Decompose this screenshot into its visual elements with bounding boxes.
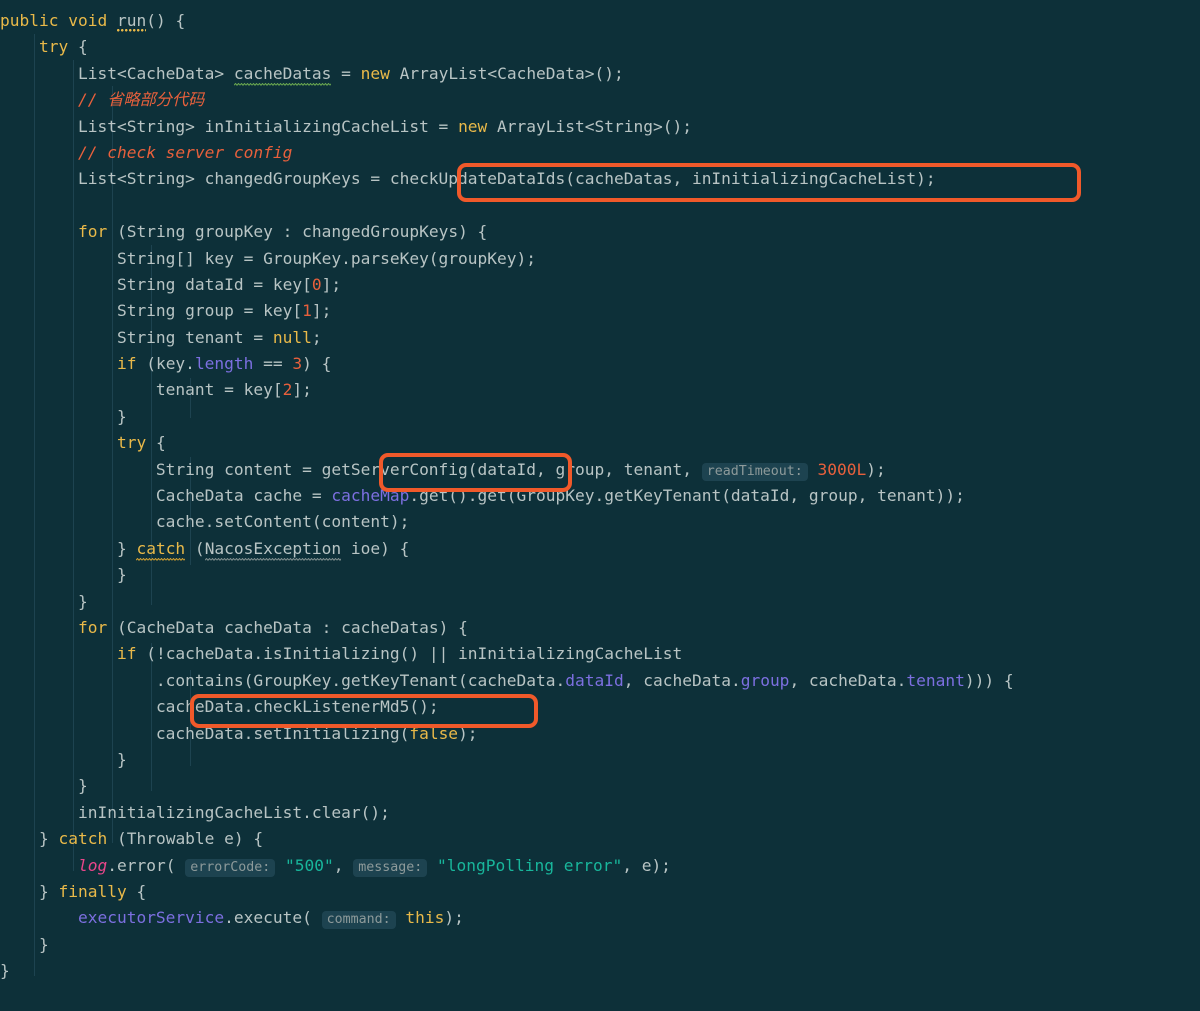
code-line: executorService.execute( command: this); — [77, 908, 464, 930]
token-keyword-false: false — [409, 723, 459, 743]
token-keyword-for: for — [77, 222, 108, 242]
code-line: String dataId = key[0]; — [0, 274, 342, 294]
token-keyword-public: public — [0, 11, 59, 30]
token-number-1: 1 — [302, 301, 312, 321]
token-string-longpolling: "longPolling error" — [437, 855, 623, 875]
code-line: List<String> inInitializingCacheList = n… — [0, 116, 692, 136]
token-keyword-this: this — [405, 908, 445, 928]
method-name-run: run — [116, 11, 147, 33]
code-line: } — [0, 776, 88, 796]
code-line: .contains(GroupKey.getKeyTenant(cacheDat… — [0, 670, 1014, 690]
code-line: // 省略部分代码 — [0, 87, 1200, 113]
param-hint-errorcode: errorCode: — [185, 858, 276, 877]
code-line: List<CacheData> cacheDatas = new ArrayLi… — [0, 61, 1200, 87]
token-keyword-for: for — [77, 617, 108, 637]
code-line: } catch (Throwable e) { — [0, 829, 264, 849]
token-keyword-void: void — [68, 11, 108, 30]
code-line: } finally { — [0, 881, 147, 901]
token-field-log: log — [77, 855, 108, 875]
token-number-0: 0 — [311, 274, 322, 294]
token-number-3000l: 3000L — [817, 459, 867, 479]
token-number-2: 2 — [282, 380, 293, 400]
code-line: for (String groupKey : changedGroupKeys)… — [77, 222, 488, 242]
code-line: if (!cacheData.isInitializing() || inIni… — [116, 644, 683, 664]
code-line: String[] key = GroupKey.parseKey(groupKe… — [0, 248, 537, 268]
code-line: log.error( errorCode: "500", message: "l… — [77, 855, 671, 877]
token-keyword-try: try — [116, 433, 147, 453]
code-editor[interactable]: public void run() { try { List<CacheData… — [0, 0, 1200, 1011]
code-line: String content = getServerConfig(dataId,… — [0, 459, 886, 481]
type-nacosexception: NacosException — [204, 538, 342, 561]
code-line: } — [0, 934, 49, 954]
code-line: } — [0, 406, 127, 426]
code-line: CacheData cache = cacheMap.get().get(Gro… — [0, 486, 965, 506]
token-string-500: "500" — [285, 855, 334, 875]
token-field-length: length — [194, 354, 254, 374]
param-hint-message: message: — [353, 858, 428, 877]
code-line: } — [0, 591, 88, 611]
call-checklistenermd5: cacheData.checkListenerMd5(); — [155, 697, 439, 717]
call-checkupdatedataids: checkUpdateDataIds(cacheDatas, inInitial… — [389, 169, 936, 189]
comment-omitted-code: // 省略部分代码 — [77, 90, 205, 110]
code-line: List<String> changedGroupKeys = checkUpd… — [0, 169, 936, 189]
code-line: // check server config — [0, 140, 1200, 166]
code-line: if (key.length == 3) { — [116, 354, 332, 374]
call-getserverconfig: getServerConfig( — [321, 459, 478, 479]
comment-check-server-config: // check server config — [77, 142, 293, 162]
token-keyword-try: try — [38, 37, 69, 57]
code-line: } — [0, 749, 127, 769]
code-line: try { — [38, 37, 88, 57]
token-keyword-if: if — [116, 644, 137, 664]
token-field-group: group — [740, 670, 790, 690]
variable-cachedatas: cacheDatas — [233, 63, 332, 86]
code-line: cacheData.checkListenerMd5(); — [0, 694, 1200, 720]
token-field-cachemap: cacheMap — [331, 486, 410, 506]
token-keyword-catch: catch — [58, 829, 108, 849]
token-number-3: 3 — [292, 354, 303, 374]
code-content[interactable]: public void run() { try { List<CacheData… — [0, 0, 1200, 984]
code-line: tenant = key[2]; — [0, 380, 312, 400]
code-line: for (CacheData cacheData : cacheDatas) { — [77, 617, 468, 637]
param-hint-readtimeout: readTimeout: — [701, 462, 808, 481]
token-keyword-new: new — [458, 116, 488, 136]
code-line: String group = key[1]; — [0, 301, 332, 321]
code-line: } — [0, 565, 127, 585]
token-keyword-null: null — [272, 327, 312, 347]
code-line: String tenant = null; — [0, 327, 322, 347]
code-line: public void run() { — [0, 8, 1200, 34]
param-hint-command: command: — [321, 911, 396, 930]
code-line: try { — [116, 433, 166, 453]
code-line: } catch (NacosException ioe) { — [0, 536, 1200, 562]
token-field-executorservice: executorService — [77, 908, 225, 928]
token-keyword-catch: catch — [136, 538, 186, 561]
token-keyword-if: if — [116, 354, 137, 374]
token-field-dataid: dataId — [565, 670, 624, 690]
token-keyword-new: new — [360, 63, 390, 83]
code-line: inInitializingCacheList.clear(); — [0, 802, 390, 822]
token-field-tenant: tenant — [906, 670, 965, 690]
code-line: } — [0, 961, 10, 981]
code-line: cache.setContent(content); — [0, 512, 410, 532]
token-keyword-finally: finally — [58, 881, 127, 901]
code-line: cacheData.setInitializing(false); — [0, 723, 478, 743]
